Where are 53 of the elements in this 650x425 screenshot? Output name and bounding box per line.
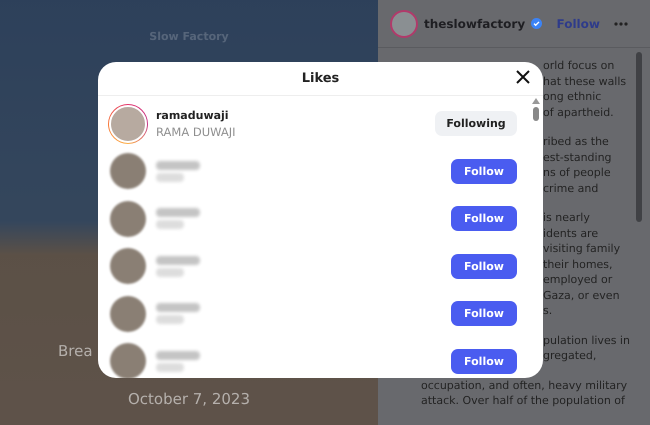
post-text-line: hat these walls bbox=[543, 74, 628, 89]
blurred-full-name bbox=[156, 268, 184, 277]
blurred-username bbox=[156, 350, 200, 360]
post-text-line: gregated, bbox=[543, 348, 598, 364]
post-text-line: visiting family bbox=[543, 241, 622, 256]
follow-button[interactable]: Follow bbox=[451, 348, 517, 374]
post-text-line: is nearly bbox=[543, 210, 591, 226]
caption-line: Brea bbox=[58, 343, 93, 360]
follow-button[interactable]: Follow bbox=[451, 254, 517, 279]
follow-button[interactable]: Follow bbox=[451, 158, 517, 184]
post-text-line: s. bbox=[543, 303, 554, 318]
post-text-line: ribed as the bbox=[543, 134, 610, 150]
avatar[interactable] bbox=[108, 151, 148, 192]
post-text-line: est-standing bbox=[543, 150, 613, 165]
more-options-icon[interactable] bbox=[614, 22, 628, 26]
post-text-line: attack. Over half of the population of bbox=[421, 393, 626, 408]
blurred-username bbox=[156, 160, 200, 170]
avatar[interactable] bbox=[108, 341, 148, 378]
account-name[interactable]: theslowfactory bbox=[424, 16, 526, 30]
account-avatar bbox=[390, 10, 418, 38]
dialog-title: Likes bbox=[302, 71, 340, 86]
avatar[interactable] bbox=[108, 198, 148, 239]
avatar[interactable] bbox=[108, 246, 148, 286]
post-text-line: Gaza, or even bbox=[543, 288, 621, 303]
blurred-username bbox=[156, 208, 200, 218]
post-text-line: orld focus on bbox=[543, 58, 616, 74]
username[interactable]: ramaduwaji bbox=[156, 108, 427, 122]
blurred-full-name bbox=[156, 315, 184, 324]
full-name: RAMA DUWAJI bbox=[156, 124, 237, 139]
post-date: October 7, 2023 bbox=[128, 390, 250, 408]
post-text-line: ns of people bbox=[543, 165, 612, 180]
blurred-username bbox=[156, 303, 200, 312]
avatar-with-story-ring[interactable] bbox=[108, 104, 148, 144]
scrollbar[interactable] bbox=[636, 52, 642, 222]
following-button[interactable]: Following bbox=[435, 111, 517, 136]
post-text-line: occupation, and often, heavy military bbox=[421, 378, 628, 393]
blurred-full-name bbox=[156, 362, 184, 372]
post-text-line: ong ethnic bbox=[543, 89, 602, 104]
follow-button[interactable]: Follow bbox=[451, 206, 517, 232]
post-text-line: crime and bbox=[543, 180, 600, 196]
follow-button[interactable]: Follow bbox=[451, 301, 517, 326]
scrollbar[interactable] bbox=[532, 98, 540, 121]
post-text-line: employed or bbox=[543, 272, 614, 288]
avatar[interactable] bbox=[108, 294, 148, 334]
post-text-line: their homes, bbox=[543, 256, 614, 272]
scroll-up-arrow-icon[interactable] bbox=[532, 98, 540, 104]
close-icon[interactable] bbox=[516, 70, 530, 84]
post-text-line: pulation lives in bbox=[543, 332, 631, 348]
post-text-line: idents are bbox=[543, 226, 600, 241]
post-text-line: of apartheid. bbox=[543, 104, 615, 120]
blurred-full-name bbox=[156, 220, 184, 230]
blurred-username bbox=[156, 256, 200, 265]
blurred-full-name bbox=[156, 172, 184, 182]
